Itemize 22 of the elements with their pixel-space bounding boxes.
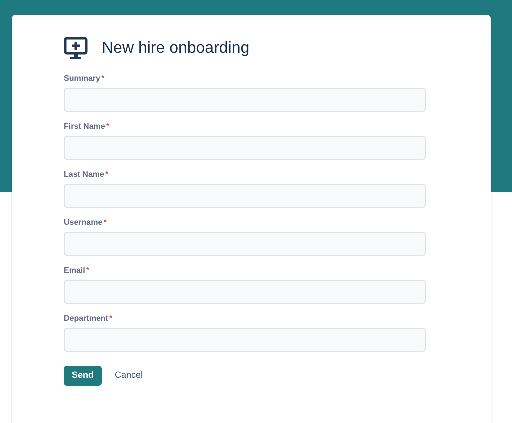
required-mark: * bbox=[106, 121, 110, 133]
field-label: Last Name bbox=[64, 169, 104, 181]
field-label: Email bbox=[64, 265, 86, 277]
required-mark: * bbox=[86, 265, 90, 277]
field-label: Summary bbox=[64, 73, 100, 85]
input-field[interactable] bbox=[64, 280, 426, 304]
input-field[interactable] bbox=[64, 184, 426, 208]
cancel-button[interactable]: Cancel bbox=[114, 366, 144, 386]
monitor-plus-icon bbox=[64, 37, 88, 61]
required-mark: * bbox=[109, 313, 113, 325]
field-label: First Name bbox=[64, 121, 106, 133]
input-field[interactable] bbox=[64, 88, 426, 112]
send-button[interactable]: Send bbox=[64, 366, 102, 386]
input-field[interactable] bbox=[64, 136, 426, 160]
required-mark: * bbox=[101, 73, 105, 85]
required-mark: * bbox=[105, 169, 109, 181]
field-label: Department bbox=[64, 313, 108, 325]
input-field[interactable] bbox=[64, 328, 426, 352]
form-title: New hire onboarding bbox=[102, 39, 250, 59]
input-field[interactable] bbox=[64, 232, 426, 256]
field-label: Username bbox=[64, 217, 103, 229]
required-mark: * bbox=[104, 217, 107, 229]
